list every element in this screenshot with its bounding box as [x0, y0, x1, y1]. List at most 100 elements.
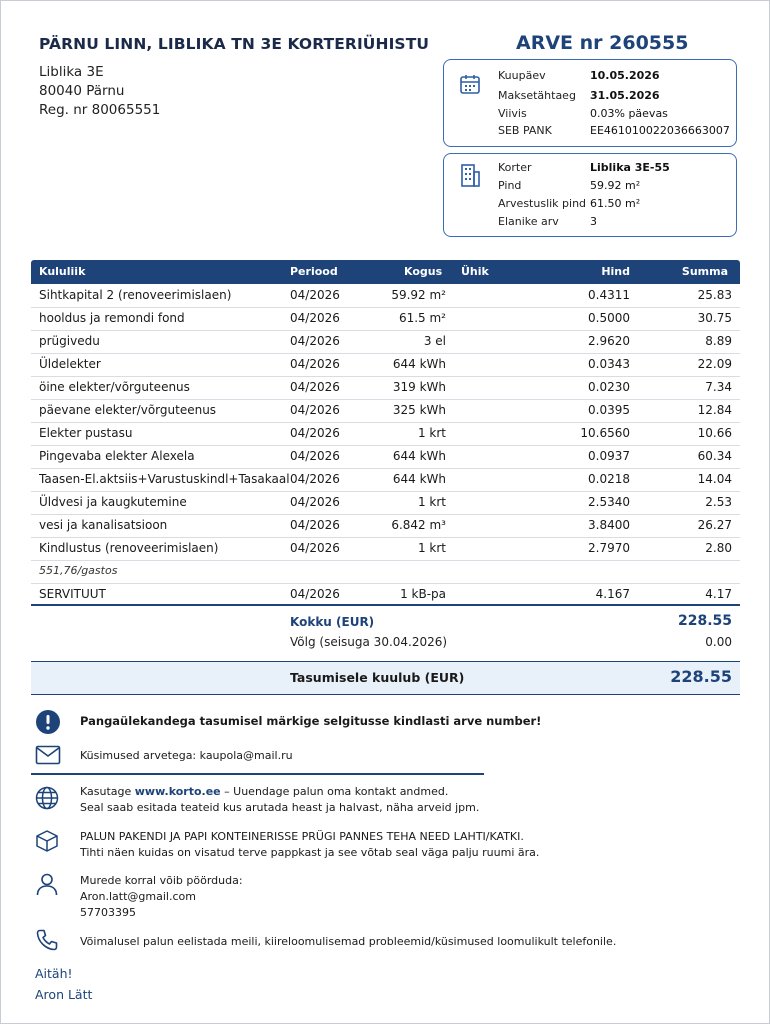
row-quantity: 61.5 m²	[398, 311, 446, 325]
row-sum: 14.04	[697, 472, 732, 486]
questions-line: Küsimused arvetega: kaupola@mail.ru	[80, 749, 293, 762]
row-sum: 30.75	[697, 311, 732, 325]
header-period: Periood	[290, 265, 338, 278]
debt-label: Võlg (seisuga 30.04.2026)	[290, 635, 448, 649]
amount-due-label: Tasumisele kuulub (EUR)	[290, 670, 465, 685]
row-quantity: 319 kWh	[392, 380, 446, 394]
row-quantity: 59.92 m²	[391, 288, 446, 302]
row-name: Üldvesi ja kaugkutemine	[39, 495, 187, 509]
row-period: 04/2026	[290, 357, 340, 371]
info-separator	[31, 773, 484, 775]
calendar-icon	[458, 72, 482, 100]
website-line-2: Seal saab esitada teateid kus arutada he…	[80, 801, 480, 814]
table-note-row: 551,76/gastos	[31, 560, 740, 584]
row-price: 0.4311	[588, 288, 630, 302]
billing-area-label: Arvestuslik pind	[498, 197, 587, 210]
apartment-label: Korter	[498, 161, 532, 174]
header-unit: Ühik	[461, 265, 489, 278]
contact-line-1: Murede korral võib pöörduda:	[80, 874, 243, 887]
row-price: 0.0395	[588, 403, 630, 417]
association-name: PÄRNU LINN, LIBLIKA TN 3E KORTERIÜHISTU	[39, 35, 430, 53]
row-quantity: 644 kWh	[392, 357, 446, 371]
residents-label: Elanike arv	[498, 215, 559, 228]
row-name: prügivedu	[39, 334, 100, 348]
person-icon	[35, 872, 59, 900]
row-sum: 7.34	[705, 380, 732, 394]
row-sum: 8.89	[705, 334, 732, 348]
due-date-value: 31.05.2026	[590, 89, 660, 102]
bins-line-1: PALUN PAKENDI JA PAPI KONTEINERISSE PRÜG…	[80, 830, 524, 843]
header-cost-type: Kululiik	[39, 265, 86, 278]
amount-due-band: Tasumisele kuulub (EUR) 228.55	[31, 661, 740, 695]
row-sum: 22.09	[697, 357, 732, 371]
row-period: 04/2026	[290, 334, 340, 348]
row-quantity: 644 kWh	[392, 449, 446, 463]
header-price: Hind	[601, 265, 630, 278]
billing-area-value: 61.50 m²	[590, 197, 641, 210]
row-quantity: 1 krt	[417, 541, 446, 555]
table-row: prügivedu 04/2026 3 el 2.9620 8.89	[31, 330, 740, 354]
charges-table-header: Kululiik Periood Kogus Ühik Hind Summa	[31, 260, 740, 284]
row-quantity: 6.842 m³	[391, 518, 446, 532]
header-quantity: Kogus	[404, 265, 443, 278]
row-period: 04/2026	[290, 403, 340, 417]
row-period: 04/2026	[290, 472, 340, 486]
row-price: 2.7970	[588, 541, 630, 555]
debt-value: 0.00	[705, 635, 732, 649]
header-sum: Summa	[681, 265, 728, 278]
row-name: Elekter pustasu	[39, 426, 133, 440]
phone-icon	[35, 928, 59, 956]
amount-due-value: 228.55	[670, 667, 732, 686]
invoice-date-label: Kuupäev	[498, 69, 546, 82]
registry-number: Reg. nr 80065551	[39, 102, 161, 118]
area-value: 59.92 m²	[590, 179, 641, 192]
row-price: 0.0218	[588, 472, 630, 486]
row-name: Üldelekter	[39, 357, 101, 371]
row-sum: 2.53	[705, 495, 732, 509]
table-row-servituut: SERVITUUT 04/2026 1 kB-pa 4.167 4.17	[31, 583, 740, 603]
contact-email[interactable]: Aron.latt@gmail.com	[80, 889, 196, 904]
penalty-label: Viivis	[498, 107, 527, 120]
invoice-date-value: 10.05.2026	[590, 69, 660, 82]
building-icon	[458, 162, 482, 192]
table-row: Elekter pustasu 04/2026 1 krt 10.6560 10…	[31, 422, 740, 446]
row-sum: 26.27	[697, 518, 732, 532]
row-sum: 10.66	[697, 426, 732, 440]
website-link[interactable]: www.korto.ee	[135, 785, 221, 798]
row-period: 04/2026	[290, 426, 340, 440]
penalty-value: 0.03% päevas	[590, 107, 668, 120]
alert-icon	[35, 709, 61, 739]
address-city: 80040 Pärnu	[39, 83, 125, 99]
row-name: päevane elekter/võrguteenus	[39, 403, 217, 417]
box-icon	[35, 829, 59, 857]
row-quantity: 1 kB-pa	[400, 587, 446, 601]
row-sum: 4.17	[705, 587, 732, 601]
table-row: päevane elekter/võrguteenus 04/2026 325 …	[31, 399, 740, 423]
table-row: öine elekter/võrguteenus 04/2026 319 kWh…	[31, 376, 740, 400]
payment-notice: Pangaülekandega tasumisel märkige selgit…	[80, 714, 542, 728]
row-price: 0.0937	[588, 449, 630, 463]
table-row: Sihtkapital 2 (renoveerimislaen) 04/2026…	[31, 284, 740, 308]
invoice-title: ARVE nr 260555	[516, 32, 689, 54]
invoice-info-box: Kuupäev 10.05.2026 Maksetähtaeg 31.05.20…	[443, 59, 737, 147]
table-row: Üldvesi ja kaugkutemine 04/2026 1 krt 2.…	[31, 491, 740, 515]
row-price: 2.5340	[588, 495, 630, 509]
row-period: 04/2026	[290, 587, 340, 601]
row-period: 04/2026	[290, 495, 340, 509]
row-price: 0.0230	[588, 380, 630, 394]
row-name: Pingevaba elekter Alexela	[39, 449, 195, 463]
area-label: Pind	[498, 179, 522, 192]
table-bottom-rule	[31, 604, 740, 606]
row-name: Taasen-El.aktsiis+Varustuskindl+Tasakaal	[39, 472, 290, 486]
row-name: hooldus ja remondi fond	[39, 311, 185, 325]
table-row: hooldus ja remondi fond 04/2026 61.5 m² …	[31, 307, 740, 331]
row-price: 4.167	[595, 587, 630, 601]
table-row: Pingevaba elekter Alexela 04/2026 644 kW…	[31, 445, 740, 469]
contact-phone[interactable]: 57703395	[80, 905, 136, 920]
table-row: Üldelekter 04/2026 644 kWh 0.0343 22.09	[31, 353, 740, 377]
envelope-icon	[35, 745, 61, 769]
row-period: 04/2026	[290, 311, 340, 325]
row-price: 0.0343	[588, 357, 630, 371]
due-date-label: Maksetähtaeg	[498, 89, 576, 102]
residents-value: 3	[590, 215, 597, 228]
